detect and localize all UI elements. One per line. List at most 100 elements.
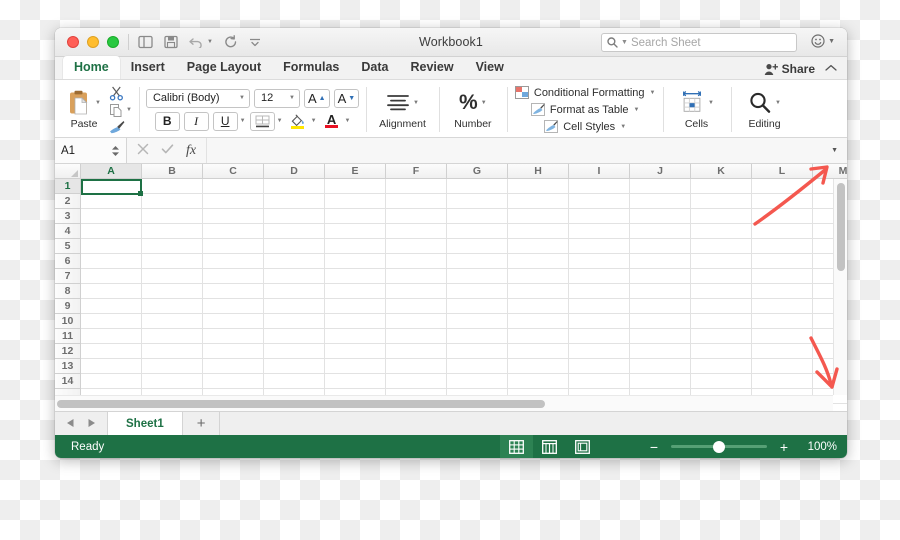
- column-header-K[interactable]: K: [691, 164, 752, 178]
- font-family-combo[interactable]: Calibri (Body) ▼: [145, 88, 250, 108]
- paste-button[interactable]: ▼ Paste: [62, 90, 106, 130]
- name-box[interactable]: A1: [55, 138, 127, 163]
- bold-button[interactable]: B: [154, 111, 180, 131]
- chevron-up-icon[interactable]: [825, 63, 837, 75]
- editing-button[interactable]: ▼ Editing: [738, 90, 792, 130]
- column-header-H[interactable]: H: [508, 164, 569, 178]
- zoom-in-button[interactable]: +: [777, 439, 791, 455]
- tab-formulas[interactable]: Formulas: [272, 56, 350, 79]
- undo-control[interactable]: ▼: [189, 36, 213, 48]
- underline-dropdown-caret[interactable]: ▼: [240, 118, 246, 124]
- tab-view[interactable]: View: [465, 56, 515, 79]
- triangle-left-icon[interactable]: [66, 415, 75, 433]
- tab-page-layout[interactable]: Page Layout: [176, 56, 272, 79]
- increase-font-size-button[interactable]: A ▲: [303, 88, 330, 108]
- row-header-9[interactable]: 9: [55, 299, 80, 314]
- chevron-down-icon[interactable]: ▼: [239, 95, 245, 101]
- row-header-10[interactable]: 10: [55, 314, 80, 329]
- zoom-window-button[interactable]: [107, 36, 119, 48]
- alignment-dropdown-caret[interactable]: ▼: [413, 100, 419, 106]
- copy-button[interactable]: ▼: [109, 103, 132, 118]
- format-as-table-button[interactable]: Format as Table ▼: [530, 103, 640, 117]
- zoom-slider-thumb[interactable]: [713, 440, 725, 453]
- row-header-12[interactable]: 12: [55, 344, 80, 359]
- undo-dropdown-caret[interactable]: ▼: [207, 39, 213, 45]
- row-header-11[interactable]: 11: [55, 329, 80, 344]
- cell-styles-button[interactable]: Cell Styles ▼: [544, 120, 626, 134]
- chevron-down-icon[interactable]: ▼: [289, 95, 295, 101]
- chevron-down-icon[interactable]: ▼: [828, 38, 835, 45]
- row-header-3[interactable]: 3: [55, 209, 80, 224]
- format-painter-button[interactable]: [109, 120, 125, 134]
- alignment-button[interactable]: ▼ Alignment: [373, 90, 432, 130]
- italic-button[interactable]: I: [183, 111, 209, 131]
- chevron-down-icon[interactable]: ▼: [650, 90, 656, 96]
- font-size-combo[interactable]: 12 ▼: [253, 88, 300, 108]
- tab-review[interactable]: Review: [399, 56, 464, 79]
- paste-dropdown-caret[interactable]: ▼: [95, 100, 101, 106]
- search-sheet-field[interactable]: ▼ Search Sheet: [601, 33, 797, 52]
- expand-formula-bar-icon[interactable]: ▼: [822, 147, 847, 154]
- underline-button[interactable]: U: [212, 111, 238, 131]
- row-header-1[interactable]: 1: [55, 179, 80, 194]
- tab-home[interactable]: Home: [63, 56, 120, 79]
- column-header-C[interactable]: C: [203, 164, 264, 178]
- row-header-6[interactable]: 6: [55, 254, 80, 269]
- copy-dropdown-caret[interactable]: ▼: [126, 107, 132, 113]
- normal-view-button[interactable]: [500, 435, 533, 458]
- column-header-G[interactable]: G: [447, 164, 508, 178]
- number-format-button[interactable]: % ▼ Number: [446, 90, 500, 130]
- select-all-corner[interactable]: [55, 164, 81, 179]
- save-icon[interactable]: [164, 35, 178, 49]
- decrease-font-size-button[interactable]: A ▼: [333, 88, 360, 108]
- cell-grid[interactable]: [81, 179, 847, 411]
- page-break-view-button[interactable]: [566, 435, 599, 458]
- column-header-F[interactable]: F: [386, 164, 447, 178]
- add-sheet-button[interactable]: +: [183, 412, 221, 435]
- cut-button[interactable]: [109, 86, 124, 101]
- column-header-L[interactable]: L: [752, 164, 813, 178]
- row-header-14[interactable]: 14: [55, 374, 80, 389]
- horizontal-scrollbar[interactable]: [55, 395, 833, 411]
- confirm-icon[interactable]: [161, 143, 174, 158]
- editing-dropdown-caret[interactable]: ▼: [775, 100, 781, 106]
- vertical-scroll-thumb[interactable]: [837, 183, 845, 271]
- tab-insert[interactable]: Insert: [120, 56, 176, 79]
- column-header-B[interactable]: B: [142, 164, 203, 178]
- number-dropdown-caret[interactable]: ▼: [481, 100, 487, 106]
- column-header-D[interactable]: D: [264, 164, 325, 178]
- conditional-formatting-button[interactable]: Conditional Formatting ▼: [514, 86, 656, 100]
- share-button[interactable]: Share: [764, 62, 815, 76]
- column-header-M[interactable]: M: [813, 164, 847, 178]
- borders-dropdown-caret[interactable]: ▼: [277, 118, 283, 124]
- search-scope-caret[interactable]: ▼: [621, 39, 628, 46]
- vertical-scrollbar[interactable]: [833, 179, 847, 395]
- row-header-2[interactable]: 2: [55, 194, 80, 209]
- cells-dropdown-caret[interactable]: ▼: [708, 100, 714, 106]
- sheet-tab-sheet1[interactable]: Sheet1: [107, 412, 183, 435]
- triangle-right-icon[interactable]: [87, 415, 96, 433]
- font-color-dropdown-caret[interactable]: ▼: [345, 118, 351, 124]
- column-header-A[interactable]: A: [81, 164, 142, 178]
- row-header-7[interactable]: 7: [55, 269, 80, 284]
- column-header-E[interactable]: E: [325, 164, 386, 178]
- horizontal-scroll-thumb[interactable]: [57, 400, 545, 408]
- zoom-percentage[interactable]: 100%: [801, 441, 837, 453]
- close-window-button[interactable]: [67, 36, 79, 48]
- cancel-icon[interactable]: [137, 143, 149, 158]
- zoom-out-button[interactable]: −: [647, 439, 661, 455]
- feedback-menu[interactable]: ▼: [811, 34, 835, 48]
- chevron-down-icon[interactable]: ▼: [620, 124, 626, 130]
- sidebar-icon[interactable]: [138, 35, 153, 49]
- row-header-5[interactable]: 5: [55, 239, 80, 254]
- row-header-8[interactable]: 8: [55, 284, 80, 299]
- fill-color-button[interactable]: [287, 112, 309, 131]
- row-header-4[interactable]: 4: [55, 224, 80, 239]
- column-header-I[interactable]: I: [569, 164, 630, 178]
- formula-input[interactable]: [206, 138, 822, 163]
- row-header-13[interactable]: 13: [55, 359, 80, 374]
- insert-function-icon[interactable]: fx: [186, 143, 196, 159]
- page-layout-view-button[interactable]: [533, 435, 566, 458]
- minimize-window-button[interactable]: [87, 36, 99, 48]
- name-box-stepper[interactable]: [111, 145, 120, 157]
